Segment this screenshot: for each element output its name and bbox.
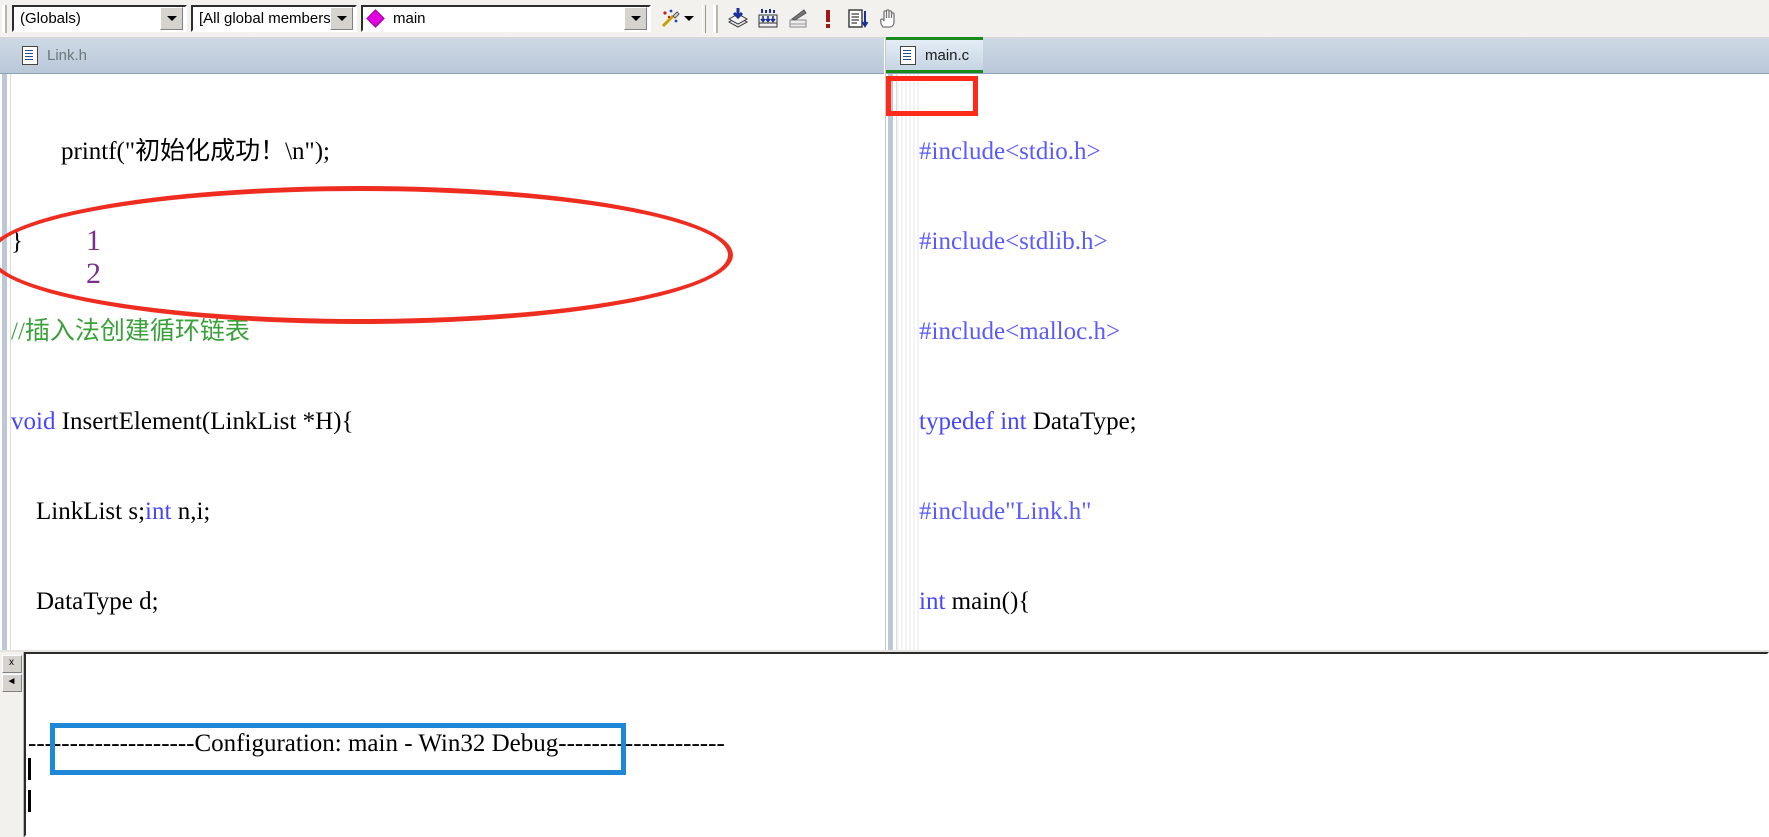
vc6-ide-window: (Globals) [All global members] main Link… xyxy=(0,0,1769,837)
tab-main-c[interactable]: main.c xyxy=(886,37,984,73)
tab-link-h[interactable]: Link.h xyxy=(8,37,101,73)
right-tabstrip: main.c xyxy=(886,37,1769,74)
breakpoint-hand-button[interactable] xyxy=(873,4,903,34)
output-line-configuration: --------------------Configuration: main … xyxy=(28,730,725,757)
wizard-wand-button[interactable] xyxy=(655,5,697,33)
right-margin-strip xyxy=(897,74,919,650)
diamond-icon xyxy=(366,9,385,28)
go-debug-icon xyxy=(848,8,869,28)
toolbar-grip-2[interactable] xyxy=(713,4,720,33)
members-combo-value: [All global members] xyxy=(199,10,330,27)
output-scroll-left-button[interactable]: ◄ xyxy=(1,674,22,692)
left-code-text[interactable]: printf("初始化成功！\n"); } //插入法创建循环链表 void I… xyxy=(11,74,886,650)
code-line: typedef int DataType; xyxy=(919,408,1137,435)
code-line: LinkList s;int n,i; xyxy=(11,498,211,525)
function-combo[interactable]: main xyxy=(361,5,651,32)
code-line: } xyxy=(11,228,23,255)
code-line: #include<malloc.h> xyxy=(919,318,1121,345)
tab-main-c-label: main.c xyxy=(925,46,970,64)
globals-combo[interactable]: (Globals) xyxy=(12,5,187,32)
function-combo-arrow-icon[interactable] xyxy=(624,7,647,30)
execute-program-button[interactable] xyxy=(813,4,843,34)
left-selection-margin[interactable] xyxy=(0,74,11,650)
editor-pane-left: Link.h printf("初始化成功！\n"); } //插入法创建循环链表… xyxy=(0,38,886,650)
members-combo[interactable]: [All global members] xyxy=(191,5,357,32)
output-close-button[interactable]: x xyxy=(1,655,22,673)
wizard-chevron-down-icon[interactable] xyxy=(683,16,694,21)
output-caret-1 xyxy=(28,758,31,780)
compile-button[interactable] xyxy=(723,4,753,34)
stop-build-button[interactable] xyxy=(783,4,813,34)
left-tabstrip: Link.h xyxy=(0,38,886,74)
right-selection-margin[interactable] xyxy=(886,74,897,650)
output-text-area[interactable]: --------------------Configuration: main … xyxy=(24,652,1769,837)
left-code-viewport[interactable]: printf("初始化成功！\n"); } //插入法创建循环链表 void I… xyxy=(0,74,886,650)
build-icon xyxy=(758,8,778,27)
output-caret-2 xyxy=(28,790,31,812)
build-output-pane: x ◄ --------------------Configuration: m… xyxy=(0,650,1769,837)
function-combo-value: main xyxy=(393,10,426,27)
hand-icon xyxy=(879,8,895,28)
annotation-number-1: 1 xyxy=(86,224,101,257)
code-line: //插入法创建循环链表 xyxy=(11,318,250,345)
document-icon xyxy=(22,45,38,65)
right-code-viewport[interactable]: #include<stdio.h> #include<stdlib.h> #in… xyxy=(886,74,1769,650)
output-rail: x ◄ xyxy=(0,652,24,837)
code-line: printf("初始化成功！\n"); xyxy=(11,138,330,165)
right-code-text[interactable]: #include<stdio.h> #include<stdlib.h> #in… xyxy=(919,74,1769,650)
wizard-wand-icon xyxy=(661,9,680,27)
toolbar-grip-1[interactable] xyxy=(2,4,9,33)
build-button[interactable] xyxy=(753,4,783,34)
editor-pane-right: main.c #include<stdio.h> #include<stdlib… xyxy=(886,37,1769,650)
code-line: int main(){ xyxy=(919,588,1031,615)
tab-link-h-label: Link.h xyxy=(47,46,88,64)
stop-build-icon xyxy=(789,8,807,27)
code-line: #include<stdlib.h> xyxy=(919,228,1108,255)
globals-combo-arrow-icon[interactable] xyxy=(160,7,183,30)
wizardbar-toolbar: (Globals) [All global members] main xyxy=(0,0,1769,38)
members-combo-arrow-icon[interactable] xyxy=(330,7,353,30)
annotation-number-2: 2 xyxy=(86,257,101,290)
document-icon xyxy=(900,45,916,65)
globals-combo-value: (Globals) xyxy=(20,10,81,27)
code-line: #include"Link.h" xyxy=(919,498,1092,525)
code-line: DataType d; xyxy=(11,588,159,615)
code-line: #include<stdio.h> xyxy=(919,138,1101,165)
editor-area: Link.h printf("初始化成功！\n"); } //插入法创建循环链表… xyxy=(0,37,1769,650)
toolbar-separator-1 xyxy=(702,4,706,33)
exclamation-icon xyxy=(826,9,830,28)
go-debug-button[interactable] xyxy=(843,4,873,34)
code-line: void InsertElement(LinkList *H){ xyxy=(11,408,354,435)
compile-icon xyxy=(727,7,749,28)
